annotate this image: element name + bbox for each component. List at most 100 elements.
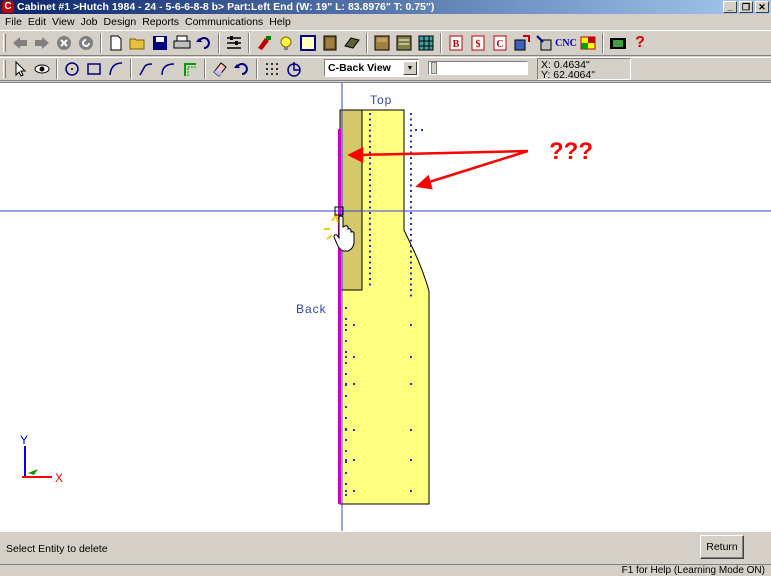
cnc-icon: CNC: [555, 37, 577, 49]
app-window: C Cabinet #1 >Hutch 1984 - 24 - 5-6-6-8-…: [0, 0, 771, 576]
curve-tool-icon: [161, 63, 175, 76]
drill-hole: [410, 289, 412, 291]
menu-reports[interactable]: Reports: [139, 16, 182, 28]
drill-hole: [353, 324, 355, 326]
title-bar: C Cabinet #1 >Hutch 1984 - 24 - 5-6-6-8-…: [0, 0, 771, 14]
cnc-button[interactable]: CNC: [555, 32, 577, 54]
drill-hole: [410, 272, 412, 275]
menu-edit[interactable]: Edit: [25, 16, 49, 28]
chevron-down-icon[interactable]: ▼: [403, 61, 417, 75]
line-tool-button[interactable]: [135, 58, 157, 80]
offset-tool-button[interactable]: [179, 58, 201, 80]
drill-hole: [369, 228, 371, 231]
rotate-view-button[interactable]: [283, 58, 305, 80]
select-pointer-button[interactable]: [9, 58, 31, 80]
offset-tool-icon: [184, 63, 196, 76]
zoom-slider-thumb[interactable]: [431, 62, 437, 74]
frame-icon: [300, 35, 316, 51]
close-button[interactable]: ✕: [755, 1, 769, 13]
minimize-button[interactable]: _: [723, 1, 737, 13]
export-button[interactable]: [511, 32, 533, 54]
drill-hole: [369, 261, 371, 264]
undo-draw-button[interactable]: [231, 58, 253, 80]
cabinet-list-icon: [396, 35, 412, 51]
back-edge-highlight[interactable]: [338, 129, 341, 504]
drill-hole: [369, 190, 371, 192]
circle-tool-button[interactable]: [61, 58, 83, 80]
price-report-button[interactable]: $: [467, 32, 489, 54]
rectangle-tool-button[interactable]: [83, 58, 105, 80]
new-file-button[interactable]: [105, 32, 127, 54]
save-button[interactable]: [149, 32, 171, 54]
frame-button[interactable]: [297, 32, 319, 54]
drill-hole: [410, 223, 412, 225]
drill-hole: [410, 459, 412, 461]
drill-hole: [410, 184, 412, 187]
window-title: Cabinet #1 >Hutch 1984 - 24 - 5-6-6-8-8 …: [17, 1, 435, 13]
menu-communications[interactable]: Communications: [182, 16, 266, 28]
lighting-button[interactable]: [275, 32, 297, 54]
drill-hole: [345, 356, 347, 358]
menu-help[interactable]: Help: [266, 16, 294, 28]
drill-hole: [410, 179, 412, 181]
drill-hole: [353, 356, 355, 358]
drill-hole: [345, 373, 347, 375]
film-button[interactable]: [607, 32, 629, 54]
cancel-button[interactable]: [53, 32, 75, 54]
door-button[interactable]: [319, 32, 341, 54]
drill-hole: [345, 490, 347, 492]
menu-view[interactable]: View: [49, 16, 78, 28]
menu-job[interactable]: Job: [78, 16, 101, 28]
drill-hole: [369, 267, 371, 269]
app-logo-icon: C: [2, 1, 14, 13]
drill-hole: [369, 206, 371, 209]
menu-file[interactable]: File: [2, 16, 25, 28]
drill-hole: [369, 173, 371, 176]
bid-report-button[interactable]: B: [445, 32, 467, 54]
paint-button[interactable]: [253, 32, 275, 54]
axis-indicator: Y X: [20, 433, 63, 485]
view-eye-button[interactable]: [31, 58, 53, 80]
zoom-slider[interactable]: [428, 61, 528, 75]
refresh-button[interactable]: [75, 32, 97, 54]
panel-button[interactable]: [341, 32, 363, 54]
back-arrow-button[interactable]: [9, 32, 31, 54]
layout-button[interactable]: [577, 32, 599, 54]
drawing-canvas[interactable]: Top Back ??? Y X: [0, 82, 771, 531]
help-button[interactable]: ?: [629, 32, 651, 54]
arc-tool-button[interactable]: [105, 58, 127, 80]
drill-hole: [369, 179, 371, 181]
drill-hole: [369, 195, 371, 198]
view-select-value: C-Back View: [328, 62, 391, 74]
undo-button[interactable]: [193, 32, 215, 54]
import-button[interactable]: [533, 32, 555, 54]
menu-design[interactable]: Design: [101, 16, 140, 28]
return-button[interactable]: Return: [700, 535, 744, 559]
drill-hole: [345, 439, 347, 441]
restore-button[interactable]: ❐: [739, 1, 753, 13]
drill-hole: [410, 267, 412, 269]
view-select-dropdown[interactable]: C-Back View ▼: [324, 59, 419, 77]
cabinet-button[interactable]: [371, 32, 393, 54]
drill-hole: [369, 124, 371, 126]
grid-button[interactable]: [415, 32, 437, 54]
curve-tool-button[interactable]: [157, 58, 179, 80]
cutlist-report-button[interactable]: C: [489, 32, 511, 54]
price-report-icon: $: [471, 35, 485, 51]
print-button[interactable]: [171, 32, 193, 54]
inner-panel[interactable]: [339, 109, 363, 291]
drill-hole: [410, 129, 412, 132]
cabinet-icon: [374, 35, 390, 51]
drill-hole: [410, 429, 412, 431]
eraser-button[interactable]: [209, 58, 231, 80]
drill-hole: [369, 278, 371, 280]
open-folder-button[interactable]: [127, 32, 149, 54]
cabinet-list-button[interactable]: [393, 32, 415, 54]
drill-hole: [410, 173, 412, 176]
drill-hole: [345, 395, 347, 397]
circle-tool-icon: [65, 62, 79, 76]
forward-arrow-button[interactable]: [31, 32, 53, 54]
properties-button[interactable]: [223, 32, 245, 54]
snap-grid-button[interactable]: [261, 58, 283, 80]
drill-hole: [369, 217, 371, 220]
